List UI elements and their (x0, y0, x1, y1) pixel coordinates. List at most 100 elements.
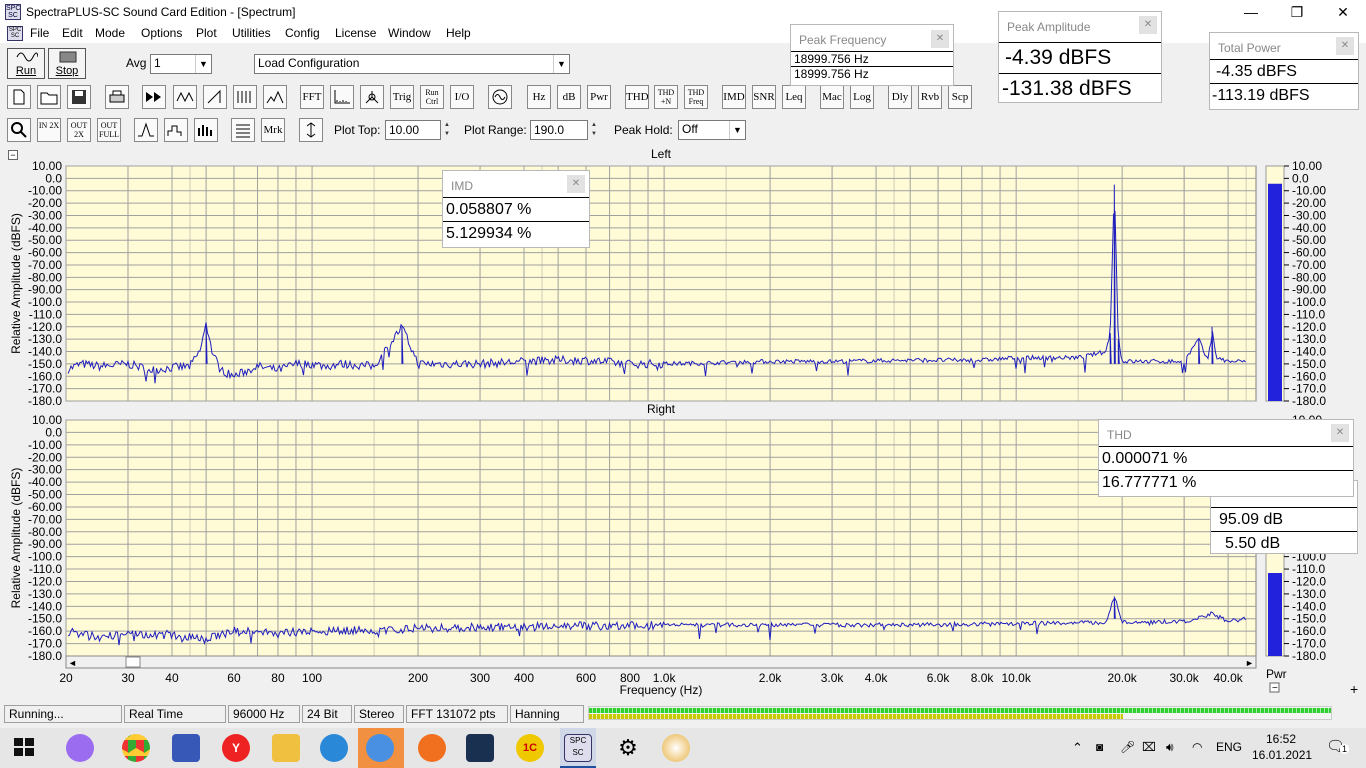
multi-wave-icon[interactable] (233, 85, 257, 109)
app-blue-icon[interactable] (320, 734, 348, 762)
thd-n-button[interactable]: THD +N (654, 85, 678, 109)
total-power-panel[interactable]: Total Power ✕ -4.35 dBFS -113.19 dBFS (1209, 32, 1359, 110)
stop-button[interactable]: Stop (48, 48, 86, 79)
scrollbar-thumb[interactable] (125, 656, 141, 668)
magnifier-icon[interactable] (7, 118, 31, 142)
menu-mode[interactable]: Mode (95, 26, 125, 40)
minimize-button[interactable]: — (1228, 0, 1274, 24)
plot-range-input[interactable]: 190.0 ▲ ▼ (530, 120, 597, 140)
fast-forward-icon[interactable] (142, 85, 166, 109)
zoom-out-2x-button[interactable]: OUT 2X (67, 118, 91, 142)
spinner-arrows-icon[interactable]: ▲ ▼ (588, 121, 600, 141)
imd-panel[interactable]: IMD ✕ 0.058807 % 5.129934 % (442, 170, 590, 248)
menu-edit[interactable]: Edit (62, 26, 83, 40)
close-button[interactable]: ✕ (1320, 0, 1366, 24)
signal-generator-icon[interactable] (488, 85, 512, 109)
spectrogram-3d-icon[interactable] (263, 85, 287, 109)
settings-icon[interactable]: ⚙ (614, 734, 642, 762)
log-button[interactable]: Log (850, 85, 874, 109)
hz-button[interactable]: Hz (527, 85, 551, 109)
peak-hold-select[interactable]: Off ▼ (678, 120, 746, 140)
wifi-icon[interactable]: ◠ (1192, 740, 1202, 754)
alice-assistant-icon[interactable] (66, 734, 94, 762)
trig-button[interactable]: Trig (390, 85, 414, 109)
yandex-browser-icon[interactable]: Y (222, 734, 250, 762)
dly-button[interactable]: Dly (888, 85, 912, 109)
peak-frequency-panel[interactable]: Peak Frequency ✕ 18999.756 Hz 18999.756 … (790, 24, 954, 86)
peak-amplitude-panel[interactable]: Peak Amplitude ✕ -4.39 dBFS -131.38 dBFS (998, 11, 1162, 103)
zoom-in-2x-button[interactable]: IN 2X (37, 118, 61, 142)
save-disk-icon[interactable] (172, 734, 200, 762)
fft-button[interactable]: FFT (300, 85, 324, 109)
close-icon[interactable]: ✕ (567, 175, 585, 193)
clock-date[interactable]: 16.01.2021 (1252, 748, 1312, 762)
zoom-full-button[interactable]: OUT FULL (97, 118, 121, 142)
microphone-icon[interactable]: 🎤︎ (1120, 740, 1135, 754)
language-indicator[interactable]: ENG (1216, 740, 1242, 754)
list-view-icon[interactable] (231, 118, 255, 142)
open-folder-icon[interactable] (37, 85, 61, 109)
pwr-button[interactable]: Pwr (587, 85, 611, 109)
close-icon[interactable]: ✕ (1331, 424, 1349, 442)
io-button[interactable]: I/O (450, 85, 474, 109)
menu-help[interactable]: Help (446, 26, 471, 40)
leq-button[interactable]: Leq (782, 85, 806, 109)
menu-file[interactable]: File (30, 26, 49, 40)
step-display-icon[interactable] (164, 118, 188, 142)
waveform-edit-icon[interactable] (173, 85, 197, 109)
chevron-down-icon[interactable]: ▼ (553, 55, 569, 73)
1c-icon[interactable]: 1С (516, 734, 544, 762)
spectraplus-icon[interactable]: SPC SC (564, 734, 592, 762)
snr-button[interactable]: SNR (752, 85, 776, 109)
config-select[interactable]: Load Configuration ▼ (254, 54, 570, 74)
menu-options[interactable]: Options (141, 26, 182, 40)
save-icon[interactable] (67, 85, 91, 109)
windows-start-icon[interactable] (12, 734, 40, 762)
plot-top-input[interactable]: 10.00 ▲ ▼ (385, 120, 450, 140)
chevron-down-icon[interactable]: ▼ (195, 55, 211, 73)
thd-panel[interactable]: THD ✕ 0.000071 % 16.777771 % (1098, 419, 1354, 497)
chevron-down-icon[interactable]: ▼ (729, 121, 745, 139)
vertical-scale-icon[interactable] (299, 118, 323, 142)
clock-time[interactable]: 16:52 (1266, 732, 1296, 746)
horizontal-scrollbar[interactable] (65, 655, 1257, 669)
peak-display-icon[interactable] (134, 118, 158, 142)
scp-button[interactable]: Scp (948, 85, 972, 109)
menu-license[interactable]: License (335, 26, 376, 40)
camera-icon[interactable]: ◙ (1096, 740, 1103, 754)
phase-icon[interactable] (360, 85, 384, 109)
network-icon[interactable]: ⌧ (1142, 740, 1156, 754)
sawtooth-icon[interactable] (203, 85, 227, 109)
menu-config[interactable]: Config (285, 26, 320, 40)
marker-button[interactable]: Mrk (261, 118, 285, 142)
mac-button[interactable]: Mac (820, 85, 844, 109)
close-icon[interactable]: ✕ (1336, 37, 1354, 55)
collapse-toggle[interactable]: − (8, 150, 18, 160)
document-icon[interactable]: SPC SC (7, 26, 23, 41)
thd-freq-button[interactable]: THD Freq (684, 85, 708, 109)
file-explorer-icon[interactable] (272, 734, 300, 762)
bar-display-icon[interactable] (194, 118, 218, 142)
speaker-icon[interactable]: 🔊︎ (1166, 740, 1174, 755)
avg-select[interactable]: 1 ▼ (150, 54, 212, 74)
new-file-icon[interactable] (7, 85, 31, 109)
spectrum-view-icon[interactable] (330, 85, 354, 109)
thd-button[interactable]: THD (625, 85, 649, 109)
close-icon[interactable]: ✕ (1139, 16, 1157, 34)
run-ctrl-button[interactable]: Run Ctrl (420, 85, 444, 109)
close-icon[interactable]: ✕ (931, 30, 949, 48)
rvb-button[interactable]: Rvb (918, 85, 942, 109)
imd-button[interactable]: IMD (722, 85, 746, 109)
run-button[interactable]: Run (7, 48, 45, 79)
spinner-arrows-icon[interactable]: ▲ ▼ (441, 121, 453, 141)
print-icon[interactable] (105, 85, 129, 109)
chrome-icon[interactable] (122, 734, 150, 762)
db-button[interactable]: dB (557, 85, 581, 109)
cloud-app-icon[interactable] (466, 734, 494, 762)
app-active-icon[interactable] (366, 734, 394, 762)
maximize-button[interactable]: ❐ (1274, 0, 1320, 24)
chevron-up-icon[interactable]: ⌃ (1072, 740, 1083, 756)
menu-utilities[interactable]: Utilities (232, 26, 271, 40)
menu-window[interactable]: Window (388, 26, 431, 40)
menu-plot[interactable]: Plot (196, 26, 217, 40)
